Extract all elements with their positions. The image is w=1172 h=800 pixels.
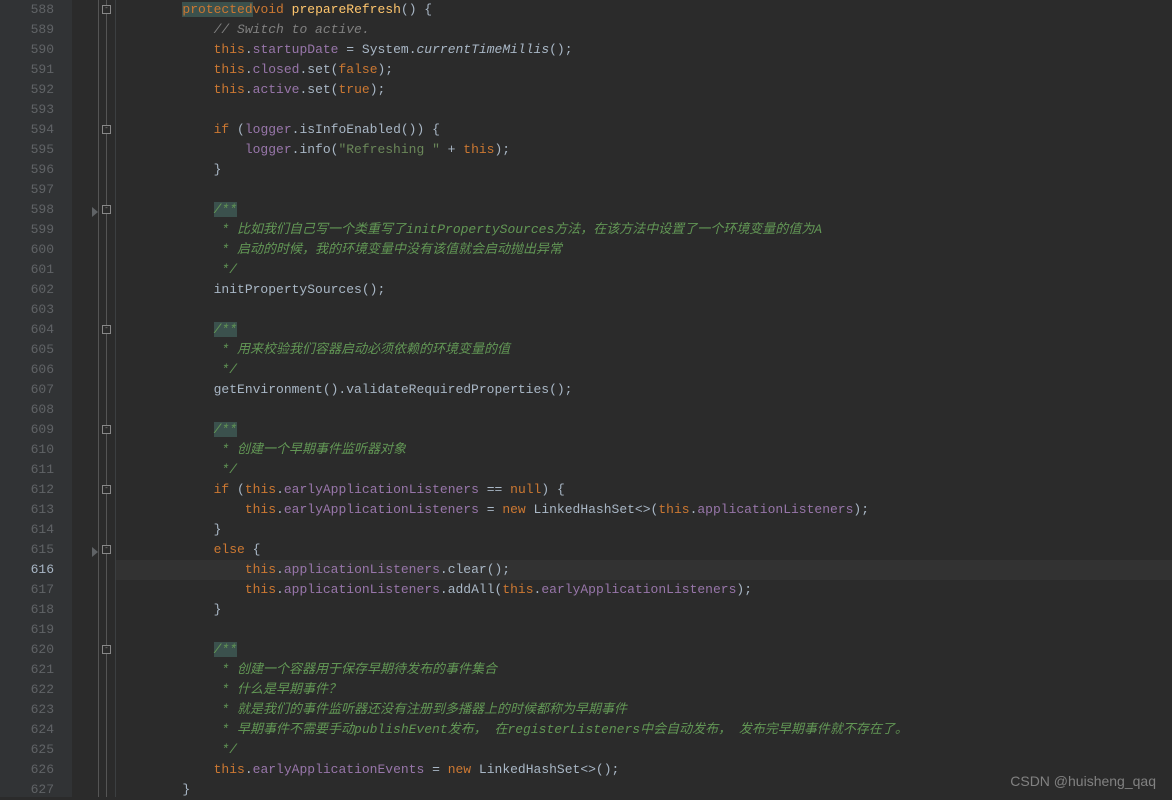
code-line[interactable]: * 比如我们自己写一个类重写了initPropertySources方法，在该方…: [116, 220, 1172, 240]
watermark-text: CSDN @huisheng_qaq: [1010, 773, 1156, 789]
code-line[interactable]: * 启动的时候，我的环境变量中没有该值就会启动抛出异常: [116, 240, 1172, 260]
code-line[interactable]: this.active.set(true);: [116, 80, 1172, 100]
line-number[interactable]: 612: [14, 480, 54, 500]
line-number[interactable]: 601: [14, 260, 54, 280]
fold-toggle-icon[interactable]: -: [102, 645, 111, 654]
code-line[interactable]: [116, 620, 1172, 640]
code-line[interactable]: this.earlyApplicationListeners = new Lin…: [116, 500, 1172, 520]
fold-toggle-icon[interactable]: -: [102, 205, 111, 214]
breakpoint-column[interactable]: [0, 0, 14, 797]
code-line[interactable]: */: [116, 460, 1172, 480]
line-number[interactable]: 604: [14, 320, 54, 340]
line-number[interactable]: 624: [14, 720, 54, 740]
line-number[interactable]: 588: [14, 0, 54, 20]
line-number[interactable]: 613: [14, 500, 54, 520]
fold-toggle-icon[interactable]: -: [102, 125, 111, 134]
line-number[interactable]: 617: [14, 580, 54, 600]
fold-toggle-icon[interactable]: -: [102, 325, 111, 334]
line-number[interactable]: 627: [14, 780, 54, 800]
line-number[interactable]: 607: [14, 380, 54, 400]
fold-toggle-icon[interactable]: -: [102, 485, 111, 494]
code-line[interactable]: if (logger.isInfoEnabled()) {: [116, 120, 1172, 140]
line-number[interactable]: 593: [14, 100, 54, 120]
code-line[interactable]: [116, 300, 1172, 320]
code-line[interactable]: */: [116, 360, 1172, 380]
code-line[interactable]: protectedvoid prepareRefresh() {: [116, 0, 1172, 20]
code-line[interactable]: /**: [116, 200, 1172, 220]
code-line[interactable]: // Switch to active.: [116, 20, 1172, 40]
line-number[interactable]: 605: [14, 340, 54, 360]
line-number[interactable]: 589: [14, 20, 54, 40]
line-number[interactable]: 611: [14, 460, 54, 480]
bookmark-icon: [92, 207, 98, 217]
line-number[interactable]: 599: [14, 220, 54, 240]
line-number[interactable]: 592: [14, 80, 54, 100]
code-line[interactable]: * 创建一个早期事件监听器对象: [116, 440, 1172, 460]
code-content[interactable]: protectedvoid prepareRefresh() { // Swit…: [116, 0, 1172, 797]
code-line[interactable]: this.applicationListeners.clear();: [116, 560, 1172, 580]
code-line[interactable]: else {: [116, 540, 1172, 560]
line-number[interactable]: 615: [14, 540, 54, 560]
code-line[interactable]: */: [116, 740, 1172, 760]
code-line[interactable]: * 就是我们的事件监听器还没有注册到多播器上的时候都称为早期事件: [116, 700, 1172, 720]
line-number[interactable]: 606: [14, 360, 54, 380]
code-line[interactable]: * 用来校验我们容器启动必须依赖的环境变量的值: [116, 340, 1172, 360]
line-number[interactable]: 595: [14, 140, 54, 160]
line-number[interactable]: 616: [14, 560, 54, 580]
line-number[interactable]: 614: [14, 520, 54, 540]
code-line[interactable]: /**: [116, 420, 1172, 440]
code-line[interactable]: /**: [116, 320, 1172, 340]
code-line[interactable]: initPropertySources();: [116, 280, 1172, 300]
line-number[interactable]: 610: [14, 440, 54, 460]
line-number[interactable]: 625: [14, 740, 54, 760]
line-number[interactable]: 598: [14, 200, 54, 220]
fold-toggle-icon[interactable]: -: [102, 425, 111, 434]
code-line[interactable]: }: [116, 520, 1172, 540]
line-number[interactable]: 590: [14, 40, 54, 60]
line-number[interactable]: 621: [14, 660, 54, 680]
code-line[interactable]: this.closed.set(false);: [116, 60, 1172, 80]
fold-column[interactable]: - - - - - - - -: [72, 0, 116, 797]
code-editor[interactable]: 5885895905915925935945955965975985996006…: [0, 0, 1172, 797]
code-line[interactable]: if (this.earlyApplicationListeners == nu…: [116, 480, 1172, 500]
line-number[interactable]: 608: [14, 400, 54, 420]
line-number[interactable]: 591: [14, 60, 54, 80]
code-line[interactable]: [116, 100, 1172, 120]
line-number[interactable]: 596: [14, 160, 54, 180]
code-line[interactable]: * 什么是早期事件？: [116, 680, 1172, 700]
code-line[interactable]: * 早期事件不需要手动publishEvent发布， 在registerList…: [116, 720, 1172, 740]
line-number[interactable]: 609: [14, 420, 54, 440]
line-number[interactable]: 620: [14, 640, 54, 660]
line-number[interactable]: 622: [14, 680, 54, 700]
code-line[interactable]: this.startupDate = System.currentTimeMil…: [116, 40, 1172, 60]
code-line[interactable]: [116, 180, 1172, 200]
code-line[interactable]: getEnvironment().validateRequiredPropert…: [116, 380, 1172, 400]
line-number[interactable]: 618: [14, 600, 54, 620]
fold-toggle-icon[interactable]: -: [102, 5, 111, 14]
line-number[interactable]: 603: [14, 300, 54, 320]
line-number[interactable]: 623: [14, 700, 54, 720]
code-line[interactable]: [116, 400, 1172, 420]
line-number[interactable]: 597: [14, 180, 54, 200]
fold-guide: [98, 0, 99, 797]
code-line[interactable]: logger.info("Refreshing " + this);: [116, 140, 1172, 160]
line-number[interactable]: 600: [14, 240, 54, 260]
fold-toggle-icon[interactable]: -: [102, 545, 111, 554]
line-number-gutter[interactable]: 5885895905915925935945955965975985996006…: [14, 0, 72, 797]
line-number[interactable]: 626: [14, 760, 54, 780]
bookmark-icon: [92, 547, 98, 557]
line-number[interactable]: 594: [14, 120, 54, 140]
code-line[interactable]: }: [116, 600, 1172, 620]
code-line[interactable]: */: [116, 260, 1172, 280]
code-line[interactable]: * 创建一个容器用于保存早期待发布的事件集合: [116, 660, 1172, 680]
code-line[interactable]: /**: [116, 640, 1172, 660]
fold-guide: [106, 0, 107, 797]
line-number[interactable]: 602: [14, 280, 54, 300]
code-line[interactable]: }: [116, 160, 1172, 180]
line-number[interactable]: 619: [14, 620, 54, 640]
code-line[interactable]: this.applicationListeners.addAll(this.ea…: [116, 580, 1172, 600]
